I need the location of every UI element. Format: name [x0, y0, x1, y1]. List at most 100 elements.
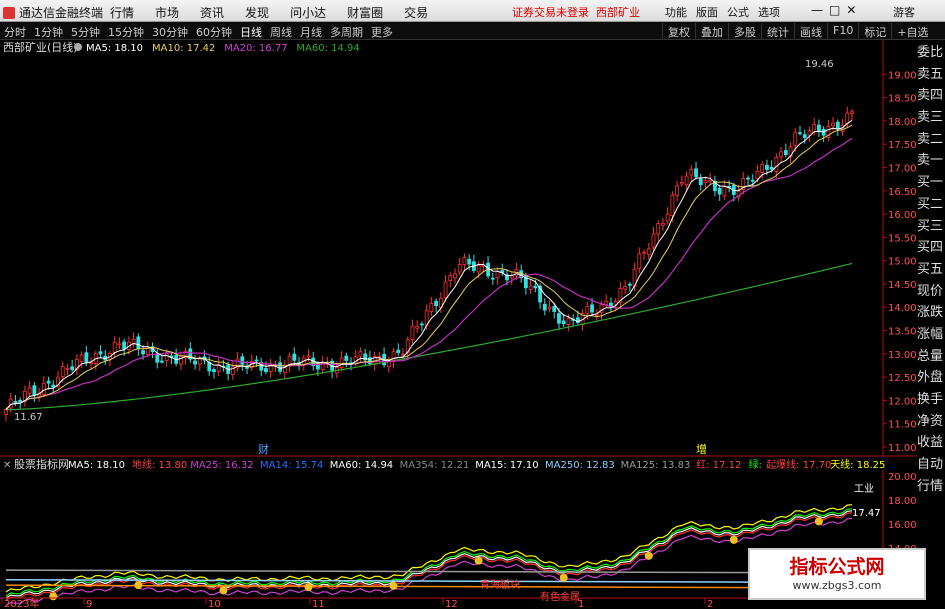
candle-body: [812, 124, 817, 133]
candle-body: [141, 350, 145, 355]
period-15min[interactable]: 15分钟: [108, 24, 144, 40]
menu-banmian[interactable]: 版面: [696, 4, 718, 20]
quote-sell2[interactable]: 卖二: [917, 129, 945, 151]
biaoji-button[interactable]: 标记: [858, 23, 891, 41]
quote-price[interactable]: 现价: [917, 281, 945, 303]
menu-caifuquan[interactable]: 财富圈: [347, 4, 383, 21]
period-bar: 分时 1分钟 5分钟 15分钟 30分钟 60分钟 日线 周线 月线 多周期 更…: [0, 22, 945, 41]
diejia-button[interactable]: 叠加: [695, 23, 728, 41]
candle-body: [793, 132, 798, 146]
quote-market[interactable]: 行情: [917, 476, 945, 498]
candle-body: [443, 281, 448, 299]
quote-earnings[interactable]: 收益: [917, 432, 945, 454]
quote-outer[interactable]: 外盘: [917, 367, 945, 389]
candle-body: [254, 359, 259, 362]
x-label-3: 11: [312, 599, 325, 609]
period-intraday[interactable]: 分时: [4, 24, 26, 40]
f10-button[interactable]: F10: [827, 23, 858, 41]
add-watchlist-button[interactable]: +自选: [891, 23, 933, 41]
indicator-label-11: 起爆线: 17.70: [766, 458, 831, 471]
period-multi[interactable]: 多周期: [330, 24, 363, 40]
candle-body: [160, 360, 164, 363]
high-label: 19.46: [805, 59, 834, 70]
candle-body: [566, 317, 571, 325]
candle-body: [70, 366, 75, 371]
ma-label-1: MA10: 17.42: [152, 43, 215, 54]
window-controls: — □ ✕: [811, 3, 856, 17]
indicator-label-8: MA125: 13.83: [621, 460, 691, 471]
quote-change[interactable]: 涨跌: [917, 302, 945, 324]
candle-body: [698, 178, 703, 185]
sub-close-icon[interactable]: ✕: [3, 460, 11, 471]
settings-icon[interactable]: [74, 43, 82, 51]
quote-turnover[interactable]: 换手: [917, 389, 945, 411]
duogu-button[interactable]: 多股: [728, 23, 761, 41]
price-label-11: 13.50: [888, 327, 917, 338]
period-1min[interactable]: 1分钟: [34, 24, 63, 40]
maximize-icon[interactable]: □: [829, 3, 840, 17]
candle-body: [467, 258, 472, 265]
quote-sell5[interactable]: 卖五: [917, 64, 945, 86]
indicator-label-0: MA5: 18.10: [68, 460, 125, 471]
quote-buy4[interactable]: 买四: [917, 237, 945, 259]
period-monthly[interactable]: 月线: [300, 24, 322, 40]
quote-volume[interactable]: 总量: [917, 346, 945, 368]
menu-xuanxiang[interactable]: 选项: [758, 4, 780, 20]
menu-hangqing[interactable]: 行情: [110, 4, 134, 21]
candle-body: [755, 171, 760, 179]
kline-chart[interactable]: 西部矿业(日线) MA5: 18.10 MA10: 17.42 MA20: 16.7…: [0, 40, 917, 609]
period-30min[interactable]: 30分钟: [152, 24, 188, 40]
menu-jiaoyi[interactable]: 交易: [404, 4, 428, 21]
candle-body: [845, 112, 850, 124]
candle-body: [396, 349, 401, 354]
minimize-icon[interactable]: —: [811, 3, 823, 17]
login-notice[interactable]: 证券交易未登录 西部矿业: [512, 4, 640, 20]
price-label-0: 19.00: [888, 70, 917, 81]
indicator-label-6: MA15: 17.10: [475, 460, 538, 471]
quote-auto[interactable]: 自动: [917, 454, 945, 476]
quote-buy1[interactable]: 买一: [917, 172, 945, 194]
period-60min[interactable]: 60分钟: [196, 24, 232, 40]
menu-gongshi[interactable]: 公式: [727, 4, 749, 20]
ma-label-3: MA60: 14.94: [296, 43, 359, 54]
candle-body: [679, 182, 684, 185]
price-label-16: 11.00: [888, 443, 917, 454]
quote-sell3[interactable]: 卖三: [917, 107, 945, 129]
menu-wenxiaoda[interactable]: 问小达: [290, 4, 326, 21]
quote-pct[interactable]: 涨幅: [917, 324, 945, 346]
huaxian-button[interactable]: 画线: [794, 23, 827, 41]
menu-zixun[interactable]: 资讯: [200, 4, 224, 21]
right-menu: 功能 版面 公式 选项: [665, 4, 789, 20]
price-label-2: 18.00: [888, 117, 917, 128]
quote-sell4[interactable]: 卖四: [917, 85, 945, 107]
period-5min[interactable]: 5分钟: [71, 24, 100, 40]
quote-weibi[interactable]: 委比: [917, 42, 945, 64]
guest-label[interactable]: 游客: [893, 4, 915, 20]
watermark-url: www.zbgs3.com: [792, 579, 882, 592]
indicator-label-1: 地线: 13.80: [132, 458, 187, 471]
close-icon[interactable]: ✕: [846, 3, 856, 17]
menu-faxian[interactable]: 发现: [245, 4, 269, 21]
candle-body: [193, 360, 197, 365]
candle-body: [656, 223, 661, 235]
period-daily[interactable]: 日线: [240, 24, 262, 40]
quote-netasset[interactable]: 净资: [917, 411, 945, 433]
candle-body: [386, 361, 391, 368]
menu-shichang[interactable]: 市场: [155, 4, 179, 21]
period-weekly[interactable]: 周线: [270, 24, 292, 40]
candle-body: [670, 194, 675, 217]
quote-panel: 委比 卖五 卖四 卖三 卖二 卖一 买一 买二 买三 买四 买五 现价 涨跌 涨…: [917, 42, 945, 497]
indicator-label-4: MA60: 14.94: [330, 460, 393, 471]
period-more[interactable]: 更多: [371, 24, 393, 40]
candle-body: [344, 355, 349, 361]
quote-buy3[interactable]: 买三: [917, 216, 945, 238]
price-label-4: 17.00: [888, 163, 917, 174]
menu-gongneng[interactable]: 功能: [665, 4, 687, 20]
price-label-13: 12.50: [888, 373, 917, 384]
quote-buy2[interactable]: 买二: [917, 194, 945, 216]
tongji-button[interactable]: 统计: [761, 23, 794, 41]
quote-sell1[interactable]: 卖一: [917, 150, 945, 172]
ma-label-2: MA20: 16.77: [224, 43, 287, 54]
quote-buy5[interactable]: 买五: [917, 259, 945, 281]
fuquan-button[interactable]: 复权: [662, 23, 695, 41]
